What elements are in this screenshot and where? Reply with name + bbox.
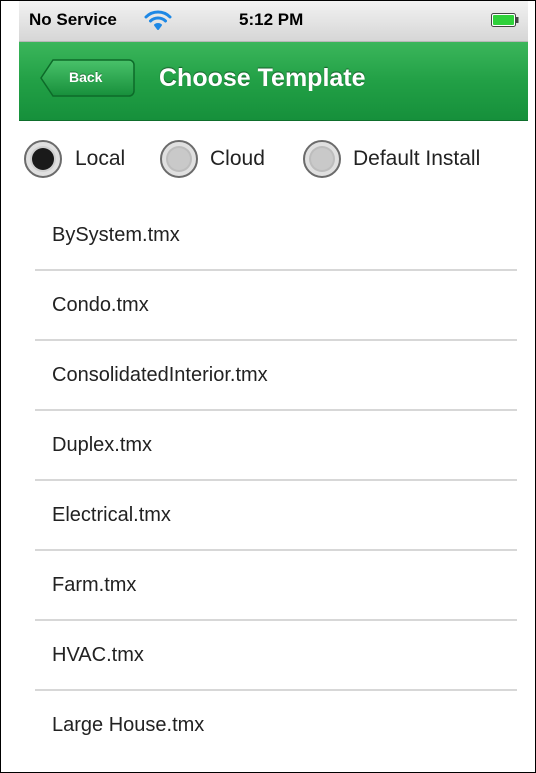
radio-local-dot xyxy=(32,148,54,170)
carrier-label: No Service xyxy=(29,10,117,29)
radio-cloud-dot xyxy=(168,148,190,170)
list-item-label: Condo.tmx xyxy=(52,294,149,316)
radio-local[interactable] xyxy=(23,139,63,179)
radio-label-cloud[interactable]: Cloud xyxy=(210,147,265,171)
navigation-bar: Back Choose Template xyxy=(19,42,528,121)
list-item-label: ConsolidatedInterior.tmx xyxy=(52,364,268,386)
list-item-label: HVAC.tmx xyxy=(52,644,144,666)
list-item-label: Electrical.tmx xyxy=(52,504,171,526)
back-button-label: Back xyxy=(69,69,103,85)
list-item[interactable]: Condo.tmx xyxy=(35,269,517,341)
battery-icon xyxy=(491,13,519,27)
back-button[interactable]: Back xyxy=(39,58,135,98)
list-item[interactable]: Electrical.tmx xyxy=(35,479,517,551)
list-item-label: Large House.tmx xyxy=(52,714,205,736)
wifi-icon xyxy=(144,8,172,32)
source-selector: Local Cloud Default Install xyxy=(19,137,528,183)
list-item[interactable]: BySystem.tmx xyxy=(35,199,517,271)
status-bar: No Service 5:12 PM xyxy=(19,1,528,42)
list-item[interactable]: Large House.tmx xyxy=(35,689,517,759)
list-item-label: BySystem.tmx xyxy=(52,224,180,246)
radio-default-install[interactable] xyxy=(302,139,342,179)
radio-label-local[interactable]: Local xyxy=(75,147,125,171)
list-item-label: Farm.tmx xyxy=(52,574,137,596)
list-item-label: Duplex.tmx xyxy=(52,434,153,456)
list-item[interactable]: Farm.tmx xyxy=(35,549,517,621)
page-title: Choose Template xyxy=(159,64,366,92)
radio-cloud[interactable] xyxy=(159,139,199,179)
list-item[interactable]: HVAC.tmx xyxy=(35,619,517,691)
list-item[interactable]: Duplex.tmx xyxy=(35,409,517,481)
list-item[interactable]: ConsolidatedInterior.tmx xyxy=(35,339,517,411)
radio-label-default-install[interactable]: Default Install xyxy=(353,147,480,171)
status-time: 5:12 PM xyxy=(239,10,304,29)
radio-default-install-dot xyxy=(311,148,333,170)
phone-screen: No Service 5:12 PM Back Choose Template … xyxy=(0,0,536,773)
